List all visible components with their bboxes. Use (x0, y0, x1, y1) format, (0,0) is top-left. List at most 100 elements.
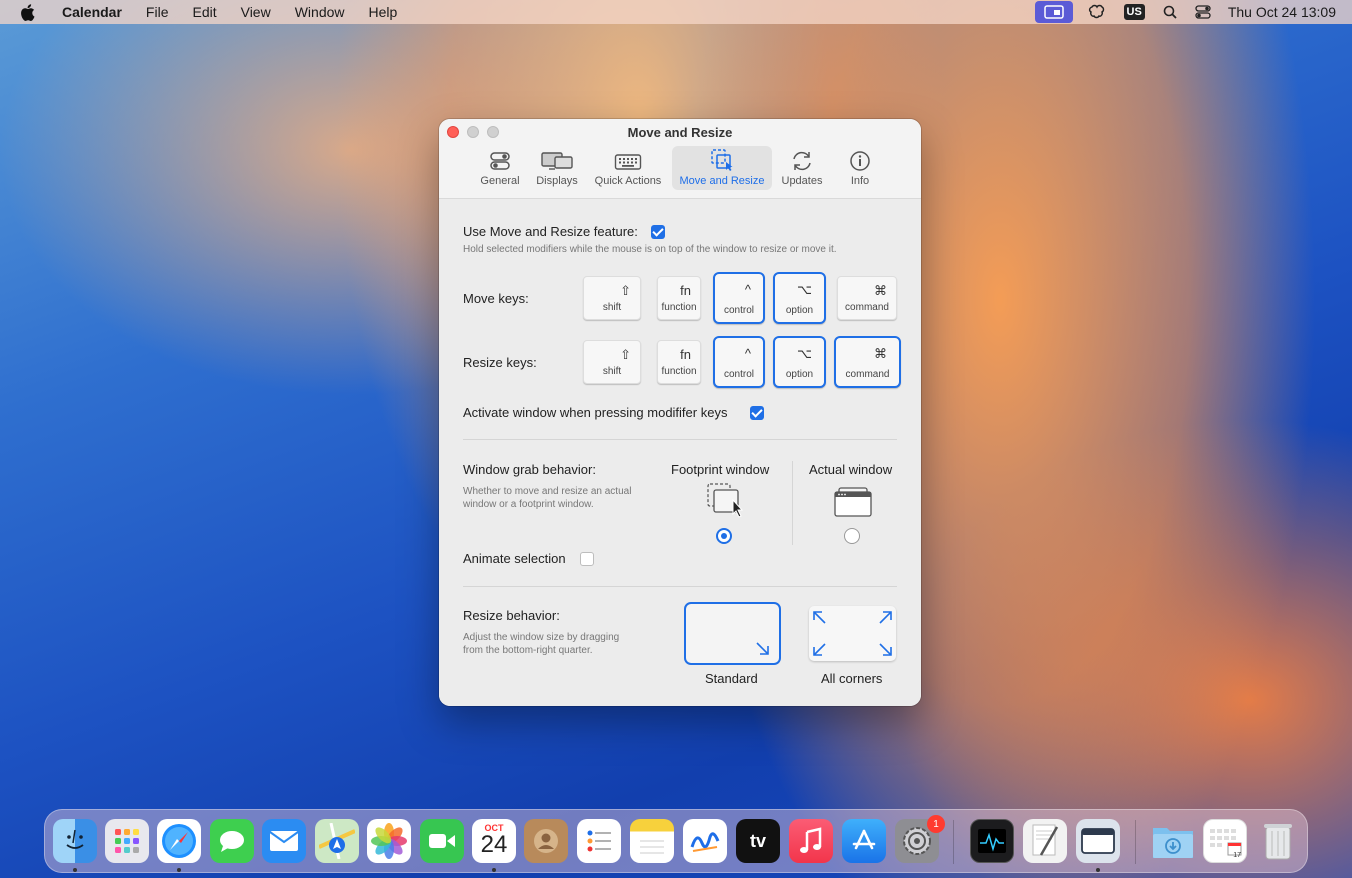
running-indicator (73, 868, 77, 872)
maps-icon[interactable] (315, 819, 359, 863)
actual-window-label: Actual window (809, 462, 893, 477)
notification-badge: 1 (927, 815, 945, 833)
contacts-icon[interactable] (524, 819, 568, 863)
resize-key-function[interactable]: fn function (657, 340, 701, 384)
dock: OCT 24 tv 1 17 (44, 809, 1308, 873)
calendar-widget-icon[interactable]: 17 (1203, 819, 1247, 863)
menu-app-name[interactable]: Calendar (62, 4, 122, 20)
window-manager-status-icon[interactable] (1034, 1, 1073, 23)
resize-all-corners-label: All corners (821, 671, 883, 686)
resize-all-corners-option[interactable] (809, 606, 896, 661)
use-feature-label: Use Move and Resize feature: (463, 224, 638, 239)
textedit-icon[interactable] (1023, 819, 1067, 863)
brain-status-icon[interactable] (1088, 4, 1106, 20)
tab-displays[interactable]: Displays (531, 146, 583, 190)
grab-behavior-desc-2: window or a footprint window. (463, 499, 594, 510)
resize-key-option[interactable]: ⌥ option (773, 336, 826, 388)
menu-edit[interactable]: Edit (192, 4, 216, 20)
calendar-icon[interactable]: OCT 24 (472, 819, 516, 863)
finder-icon[interactable] (53, 819, 97, 863)
trash-icon[interactable] (1256, 819, 1300, 863)
dock-separator (1135, 820, 1136, 864)
menu-clock[interactable]: Thu Oct 24 13:09 (1228, 4, 1336, 20)
running-indicator (1096, 868, 1100, 872)
tab-quick-actions[interactable]: Quick Actions (589, 146, 667, 190)
mail-icon[interactable] (262, 819, 306, 863)
move-key-shift[interactable]: ⇧ shift (583, 276, 641, 320)
menu-view[interactable]: View (241, 4, 271, 20)
resize-key-shift[interactable]: ⇧ shift (583, 340, 641, 384)
safari-icon[interactable] (157, 819, 201, 863)
menu-help[interactable]: Help (369, 4, 398, 20)
downloads-folder-icon[interactable] (1151, 819, 1195, 863)
window-title: Move and Resize (627, 125, 733, 140)
tv-label: tv (749, 830, 766, 851)
use-feature-checkbox[interactable] (651, 225, 665, 239)
resize-key-command[interactable]: ⌘ command (834, 336, 901, 388)
actual-window-icon[interactable] (834, 486, 872, 523)
running-indicator (492, 868, 496, 872)
activate-checkbox[interactable] (750, 406, 764, 420)
calendar-day: 24 (480, 831, 508, 858)
tab-general[interactable]: General (476, 146, 524, 190)
grab-behavior-label: Window grab behavior: (463, 462, 596, 477)
menu-file[interactable]: File (146, 4, 169, 20)
resize-key-control[interactable]: ^ control (713, 336, 765, 388)
key-name: control (723, 305, 754, 316)
tab-quick-actions-label: Quick Actions (594, 175, 662, 187)
info-icon (850, 151, 870, 171)
reminders-icon[interactable] (577, 819, 621, 863)
keyboard-icon (614, 154, 642, 170)
key-symbol: ⇧ (620, 347, 631, 362)
launchpad-icon[interactable] (105, 819, 149, 863)
tab-info-label: Info (850, 175, 870, 187)
key-symbol: ⌥ (797, 346, 812, 361)
footprint-window-radio[interactable] (716, 528, 732, 544)
photos-icon[interactable] (367, 819, 411, 863)
tab-displays-label: Displays (536, 175, 578, 187)
app-store-icon[interactable] (842, 819, 886, 863)
system-settings-icon[interactable]: 1 (895, 815, 945, 863)
actual-window-radio[interactable] (844, 528, 860, 544)
freeform-icon[interactable] (683, 819, 727, 863)
animate-selection-label: Animate selection (463, 551, 566, 566)
control-center-icon[interactable] (1195, 5, 1211, 19)
footprint-window-icon[interactable] (705, 482, 745, 523)
grab-behavior-desc-1: Whether to move and resize an actual (463, 486, 632, 497)
key-name: command (845, 369, 890, 380)
window-manager-icon[interactable] (1076, 819, 1120, 863)
move-keys-label: Move keys: (463, 291, 529, 306)
key-name: shift (602, 366, 622, 377)
tab-general-label: General (480, 175, 520, 187)
key-symbol: ⌘ (874, 346, 887, 361)
keyboard-layout-indicator[interactable]: US (1123, 4, 1145, 20)
move-key-function[interactable]: fn function (657, 276, 701, 320)
tab-info[interactable]: Info (842, 146, 878, 190)
tab-updates[interactable]: Updates (778, 146, 826, 190)
menu-window[interactable]: Window (295, 4, 345, 20)
tv-icon[interactable]: tv (736, 819, 780, 863)
key-name: function (661, 302, 697, 313)
resize-standard-label: Standard (705, 671, 758, 686)
notes-icon[interactable] (630, 819, 674, 863)
tab-move-and-resize[interactable]: Move and Resize (672, 146, 772, 190)
facetime-icon[interactable] (420, 819, 464, 863)
move-key-option[interactable]: ⌥ option (773, 272, 826, 324)
divider (463, 586, 897, 587)
search-icon[interactable] (1163, 5, 1177, 19)
move-key-command[interactable]: ⌘ command (837, 276, 897, 320)
settings-content: Use Move and Resize feature: Hold select… (439, 200, 921, 706)
keyboard-layout-label: US (1123, 4, 1145, 20)
key-symbol: ⌘ (874, 283, 887, 298)
music-icon[interactable] (789, 819, 833, 863)
key-symbol: fn (680, 283, 691, 298)
apple-menu-icon[interactable] (18, 3, 36, 21)
activity-monitor-icon[interactable] (970, 819, 1014, 863)
running-indicator (177, 868, 181, 872)
key-symbol: ^ (744, 282, 751, 297)
messages-icon[interactable] (210, 819, 254, 863)
settings-window: Move and Resize General Displays Quick A… (439, 119, 921, 706)
animate-selection-checkbox[interactable] (580, 552, 594, 566)
move-key-control[interactable]: ^ control (713, 272, 765, 324)
resize-standard-option[interactable] (684, 602, 781, 665)
